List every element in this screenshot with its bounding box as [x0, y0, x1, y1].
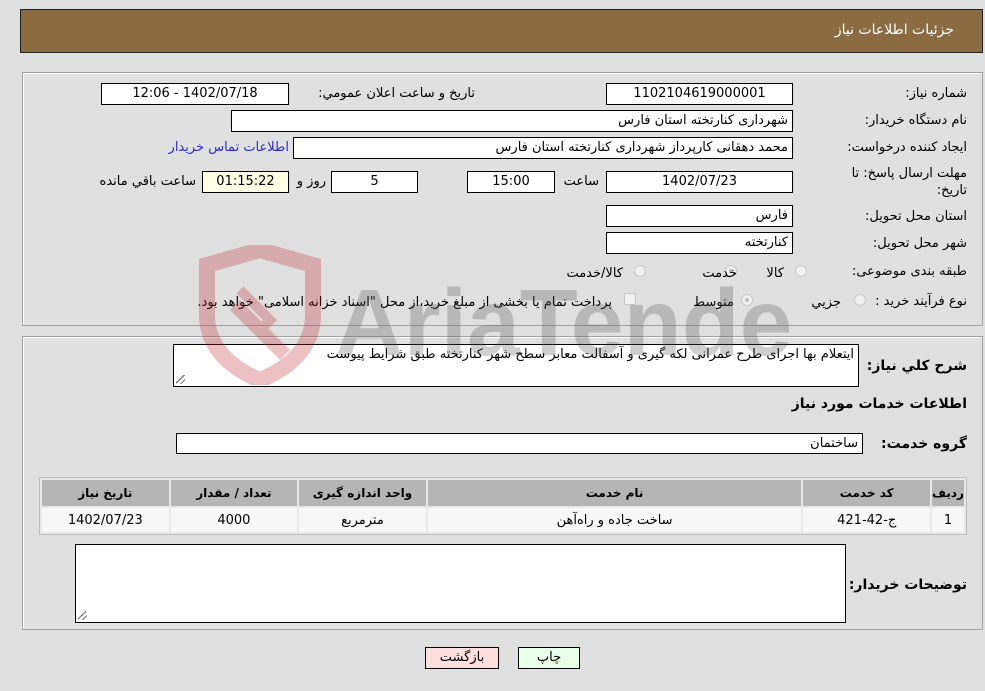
page-title: جزئیات اطلاعات نیاز — [834, 22, 954, 38]
category-radio-goods-service[interactable] — [634, 265, 646, 277]
service-group-label: گروه خدمت: — [881, 436, 967, 452]
announce-datetime-field: 1402/07/18 - 12:06 — [101, 83, 289, 105]
back-button[interactable]: بازگشت — [425, 647, 499, 669]
purchase-type-radio-minor[interactable] — [854, 294, 866, 306]
time-remaining-field: 01:15:22 — [202, 171, 289, 193]
resize-grip-icon[interactable] — [78, 611, 87, 620]
col-service-name: نام خدمت — [427, 480, 802, 506]
requester-label: ایجاد کننده درخواست: — [847, 140, 967, 155]
services-heading: اطلاعات خدمات مورد نیاز — [791, 396, 967, 412]
col-unit: واحد اندازه گیری — [299, 480, 426, 506]
col-row-number: ردیف — [931, 480, 964, 506]
announce-datetime-label: تاریخ و ساعت اعلان عمومي: — [318, 86, 475, 101]
services-table: ردیف کد خدمت نام خدمت واحد اندازه گیری ت… — [39, 477, 967, 535]
cell-need-date: 1402/07/23 — [42, 508, 169, 532]
category-option-service: خدمت — [702, 266, 737, 281]
deadline-label-line1: مهلت ارسال پاسخ: تا — [851, 166, 967, 181]
col-need-date: تاریخ نیاز — [42, 480, 169, 506]
buyer-contact-link[interactable]: اطلاعات تماس خریدار — [169, 140, 289, 155]
resize-grip-icon[interactable] — [176, 375, 185, 384]
delivery-city-label: شهر محل تحویل: — [872, 236, 967, 251]
requester-field: محمد دهقانی کارپرداز شهرداری کنارتخته اس… — [293, 137, 793, 159]
need-number-field: 1102104619000001 — [606, 83, 793, 105]
need-number-label: شماره نیاز: — [905, 86, 967, 101]
category-option-goods: کالا — [766, 266, 784, 281]
description-text: ایتعلام بها اجرای طرح عمرانی لکه گیری و … — [326, 347, 854, 362]
category-radio-goods[interactable] — [795, 265, 807, 277]
cell-service-name: ساخت جاده و راه‌آهن — [427, 508, 802, 532]
cell-unit: مترمربع — [299, 508, 426, 532]
description-label: شرح کلي نیاز: — [866, 358, 967, 374]
deadline-date-field: 1402/07/23 — [606, 171, 793, 193]
purchase-type-radio-medium[interactable] — [741, 294, 753, 306]
buyer-notes-textarea[interactable] — [75, 544, 846, 623]
cell-service-code: ج-42-421 — [803, 508, 930, 532]
cell-quantity: 4000 — [170, 508, 298, 532]
category-label: طبقه بندی موضوعی: — [851, 264, 967, 279]
service-group-field: ساختمان — [176, 433, 863, 454]
deadline-label-line2: تاریخ: — [936, 183, 967, 198]
description-textarea[interactable]: ایتعلام بها اجرای طرح عمرانی لکه گیری و … — [173, 344, 859, 387]
deadline-time-label: ساعت — [563, 174, 599, 189]
table-row: 1 ج-42-421 ساخت جاده و راه‌آهن مترمربع 4… — [42, 508, 964, 532]
delivery-province-label: استان محل تحویل: — [865, 209, 967, 224]
deadline-time-field: 15:00 — [467, 171, 555, 193]
days-remaining-field: 5 — [331, 171, 418, 193]
print-button[interactable]: چاپ — [518, 647, 580, 669]
col-service-code: کد خدمت — [803, 480, 930, 506]
page-header: جزئیات اطلاعات نیاز — [20, 9, 983, 53]
delivery-city-field: کنارتخته — [606, 232, 793, 254]
buyer-org-label: نام دستگاه خریدار: — [864, 113, 967, 128]
treasury-checkbox[interactable] — [624, 293, 636, 305]
time-remaining-label: ساعت باقي مانده — [99, 174, 196, 189]
purchase-type-option-medium: متوسط — [693, 295, 734, 310]
days-label: روز و — [296, 174, 326, 189]
table-header-row: ردیف کد خدمت نام خدمت واحد اندازه گیری ت… — [42, 480, 964, 506]
treasury-checkbox-label: پرداخت تمام یا بخشی از مبلغ خرید،از محل … — [197, 295, 612, 310]
delivery-province-field: فارس — [606, 205, 793, 227]
buyer-org-field: شهرداری کنارتخته استان فارس — [231, 110, 793, 132]
category-option-goods-service: کالا/خدمت — [566, 266, 623, 281]
col-quantity: تعداد / مقدار — [170, 480, 298, 506]
buyer-notes-label: توضیحات خریدار: — [848, 577, 967, 593]
cell-row-number: 1 — [931, 508, 964, 532]
purchase-type-label: نوع فرآیند خرید : — [875, 294, 967, 309]
purchase-type-option-minor: جزيي — [811, 295, 841, 310]
